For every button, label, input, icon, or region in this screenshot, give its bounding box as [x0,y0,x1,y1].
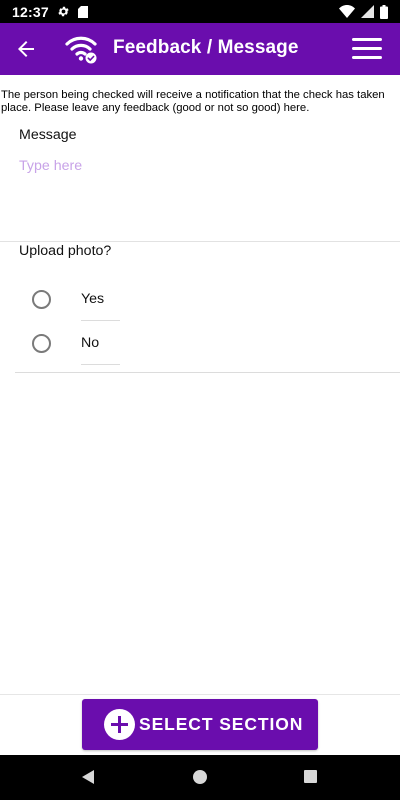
plus-circle-icon [104,709,135,740]
status-time: 12:37 [12,3,49,20]
status-bar: 12:37 [0,0,400,23]
arrow-left-icon [18,41,34,57]
message-input[interactable] [19,158,379,218]
radio-option-yes[interactable]: Yes [32,277,120,321]
page-title: Feedback / Message [113,37,299,58]
radio-label-yes: Yes [81,277,120,321]
divider [15,372,400,373]
nav-back-icon[interactable] [80,769,96,785]
cell-signal-icon [361,5,374,18]
radio-circle-icon[interactable] [32,289,51,309]
divider [0,241,400,242]
select-section-button[interactable]: SELECT SECTION [82,699,318,750]
intro-text: The person being checked will receive a … [1,89,385,114]
hamburger-menu-icon [352,38,382,59]
nav-recent-icon[interactable] [304,770,317,783]
gear-icon [57,5,70,18]
back-button[interactable] [14,37,38,61]
message-label: Message [19,127,77,143]
app-bar: Feedback / Message [0,23,400,75]
battery-icon [380,4,388,19]
radio-circle-icon[interactable] [32,333,51,353]
wifi-check-icon [64,33,98,65]
nav-home-icon[interactable] [193,770,207,784]
select-section-label: SELECT SECTION [139,714,304,734]
footer-divider [0,694,400,695]
system-nav-bar [0,755,400,800]
menu-button[interactable] [352,38,382,60]
radio-option-no[interactable]: No [32,321,120,365]
sd-card-icon [77,5,88,18]
wifi-signal-icon [339,5,355,18]
radio-label-no: No [81,321,120,365]
upload-photo-label: Upload photo? [19,243,112,259]
